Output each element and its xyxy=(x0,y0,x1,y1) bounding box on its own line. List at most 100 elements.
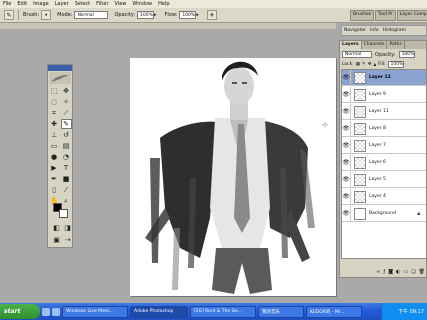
layer-thumbnail xyxy=(354,71,366,84)
notes-tool-icon[interactable]: ▯ xyxy=(49,185,60,195)
layer-row[interactable]: 👁︎ Layer 7 xyxy=(342,137,426,154)
tab-histogram[interactable]: Histogram xyxy=(383,28,406,33)
layer-row[interactable]: 👁︎ Layer 5 xyxy=(342,171,426,188)
task-kedor[interactable]: KEDOR的 - Mi... xyxy=(306,305,362,318)
visibility-eye-icon[interactable]: 👁︎ xyxy=(342,171,351,188)
healing-brush-icon[interactable]: ✚ xyxy=(49,119,60,129)
visibility-eye-icon[interactable]: 👁︎ xyxy=(342,154,351,171)
menu-window[interactable]: Window xyxy=(132,1,152,7)
background-color-swatch[interactable] xyxy=(59,209,68,218)
tab-channels[interactable]: Channels xyxy=(362,41,388,49)
layer-row[interactable]: 👁︎ Layer 6 xyxy=(342,154,426,171)
fill-field[interactable]: 100% xyxy=(387,61,404,68)
clock[interactable]: 下午 09:17 xyxy=(398,308,424,315)
layer-thumbnail xyxy=(354,88,366,101)
menu-select[interactable]: Select xyxy=(75,1,90,7)
lasso-tool-icon[interactable]: ◌ xyxy=(49,97,60,107)
quicklaunch-ie-icon[interactable] xyxy=(42,307,50,316)
layers-opacity-field[interactable]: 100% xyxy=(398,51,415,58)
lock-transparency-icon[interactable]: ▦ xyxy=(356,62,360,67)
opacity-arrow-icon[interactable]: ▸ xyxy=(154,12,157,18)
layer-row[interactable]: 👁︎ Background 🔒︎ xyxy=(342,205,426,222)
crop-tool-icon[interactable]: ⌗ xyxy=(49,108,60,118)
layer-row[interactable]: 👁︎ Layer 9 xyxy=(342,86,426,103)
visibility-eye-icon[interactable]: 👁︎ xyxy=(342,103,351,120)
layer-thumbnail xyxy=(354,156,366,169)
brush-tool-icon[interactable]: ✎ xyxy=(4,10,14,20)
visibility-eye-icon[interactable]: 👁︎ xyxy=(342,69,351,86)
mode-select[interactable]: Normal xyxy=(74,11,109,19)
palette-tab-brushes[interactable]: Brushes xyxy=(350,10,375,21)
path-selection-icon[interactable]: ▶ xyxy=(49,163,60,173)
visibility-eye-icon[interactable]: 👁︎ xyxy=(342,120,351,137)
brush-preset-icon[interactable]: • xyxy=(41,10,52,20)
dodge-tool-icon[interactable]: ◔ xyxy=(61,152,72,162)
standard-mode-icon[interactable]: ◨ xyxy=(62,223,73,233)
airbrush-icon[interactable]: ✈ xyxy=(206,10,217,20)
menu-help[interactable]: Help xyxy=(158,1,169,7)
lock-all-icon[interactable]: 🔒︎ xyxy=(374,62,376,68)
layer-style-icon[interactable]: ƒ xyxy=(383,269,385,275)
blend-mode-select[interactable]: Normal xyxy=(342,51,372,58)
link-layers-icon[interactable]: ∞ xyxy=(376,269,380,275)
tab-layers[interactable]: Layers xyxy=(340,41,362,49)
layer-mask-icon[interactable]: ◙ xyxy=(388,269,393,275)
brush-tool-icon[interactable]: ✎ xyxy=(60,119,72,129)
imageready-icon[interactable]: ⇢ xyxy=(62,235,73,245)
visibility-eye-icon[interactable]: 👁︎ xyxy=(342,205,351,222)
magic-wand-icon[interactable]: ✧ xyxy=(61,97,72,107)
blur-tool-icon[interactable]: ● xyxy=(49,152,60,162)
eyedropper-icon[interactable]: ⁄ xyxy=(61,185,72,195)
zoom-tool-icon[interactable]: ⌕ xyxy=(61,196,72,206)
menu-layer[interactable]: Layer xyxy=(55,1,69,7)
layer-row[interactable]: 👁︎ Layer 11 xyxy=(342,103,426,120)
toolbox-title-bar[interactable] xyxy=(48,65,72,71)
quicklaunch-desktop-icon[interactable] xyxy=(52,307,60,316)
menu-view[interactable]: View xyxy=(115,1,127,7)
marquee-tool-icon[interactable]: ⬚ xyxy=(49,86,60,96)
pen-tool-icon[interactable]: ✒ xyxy=(49,174,60,184)
layer-name: Background xyxy=(369,211,396,216)
layer-row[interactable]: 👁︎ Layer 4 xyxy=(342,188,426,205)
start-button[interactable]: start xyxy=(0,304,40,319)
trash-icon[interactable]: 🗑︎ xyxy=(419,269,425,275)
photoshop-logo[interactable] xyxy=(49,72,71,84)
task-music-player[interactable]: [2G] Kord & The Ge... xyxy=(190,305,256,318)
gradient-tool-icon[interactable]: ▤ xyxy=(61,141,72,151)
quick-mask-icon[interactable]: ◧ xyxy=(51,223,62,233)
screen-mode-icon[interactable]: ▣ xyxy=(51,235,62,245)
visibility-eye-icon[interactable]: 👁︎ xyxy=(342,86,351,103)
layer-row[interactable]: 👁︎ Layer 8 xyxy=(342,120,426,137)
visibility-eye-icon[interactable]: 👁︎ xyxy=(342,188,351,205)
history-brush-icon[interactable]: ↺ xyxy=(61,130,72,140)
lock-paint-icon[interactable]: ✎ xyxy=(362,62,366,67)
task-adobe-photoshop[interactable]: Adobe Photoshop xyxy=(130,305,188,318)
menu-filter[interactable]: Filter xyxy=(96,1,108,7)
canvas-document[interactable] xyxy=(130,58,336,296)
clone-stamp-icon[interactable]: ⊥ xyxy=(49,130,60,140)
palette-tab-tool-presets[interactable]: Tool Pr xyxy=(375,10,396,21)
menu-image[interactable]: Image xyxy=(33,1,49,7)
slice-tool-icon[interactable]: ⟋ xyxy=(61,108,72,118)
tab-paths[interactable]: Paths xyxy=(387,41,405,49)
layer-row[interactable]: 👁︎ Layer 12 xyxy=(342,69,426,86)
type-tool-icon[interactable]: T xyxy=(61,163,72,173)
menu-edit[interactable]: Edit xyxy=(17,1,27,7)
task-windows-live-messenger[interactable]: Windows Live Mess... xyxy=(62,305,128,318)
new-layer-icon[interactable]: ❏ xyxy=(411,269,415,275)
tab-navigator[interactable]: Navigator xyxy=(344,28,366,33)
new-group-icon[interactable]: ▭ xyxy=(403,269,408,275)
menu-file[interactable]: File xyxy=(3,1,11,7)
lock-move-icon[interactable]: ✥ xyxy=(368,62,372,67)
flow-field[interactable]: 100% xyxy=(179,11,197,19)
task-my-music[interactable]: 我的音乐 xyxy=(258,305,304,318)
flow-arrow-icon[interactable]: ▸ xyxy=(196,12,199,18)
visibility-eye-icon[interactable]: 👁︎ xyxy=(342,137,351,154)
eraser-tool-icon[interactable]: ▭ xyxy=(49,141,60,151)
palette-tab-layer-comps[interactable]: Layer Comps xyxy=(396,10,427,21)
tab-info[interactable]: Info xyxy=(370,28,379,33)
move-tool-icon[interactable]: ✥ xyxy=(61,86,72,96)
opacity-field[interactable]: 100% xyxy=(137,11,154,19)
adjustment-layer-icon[interactable]: ◐ xyxy=(396,269,400,275)
shape-tool-icon[interactable]: ■ xyxy=(61,174,72,184)
